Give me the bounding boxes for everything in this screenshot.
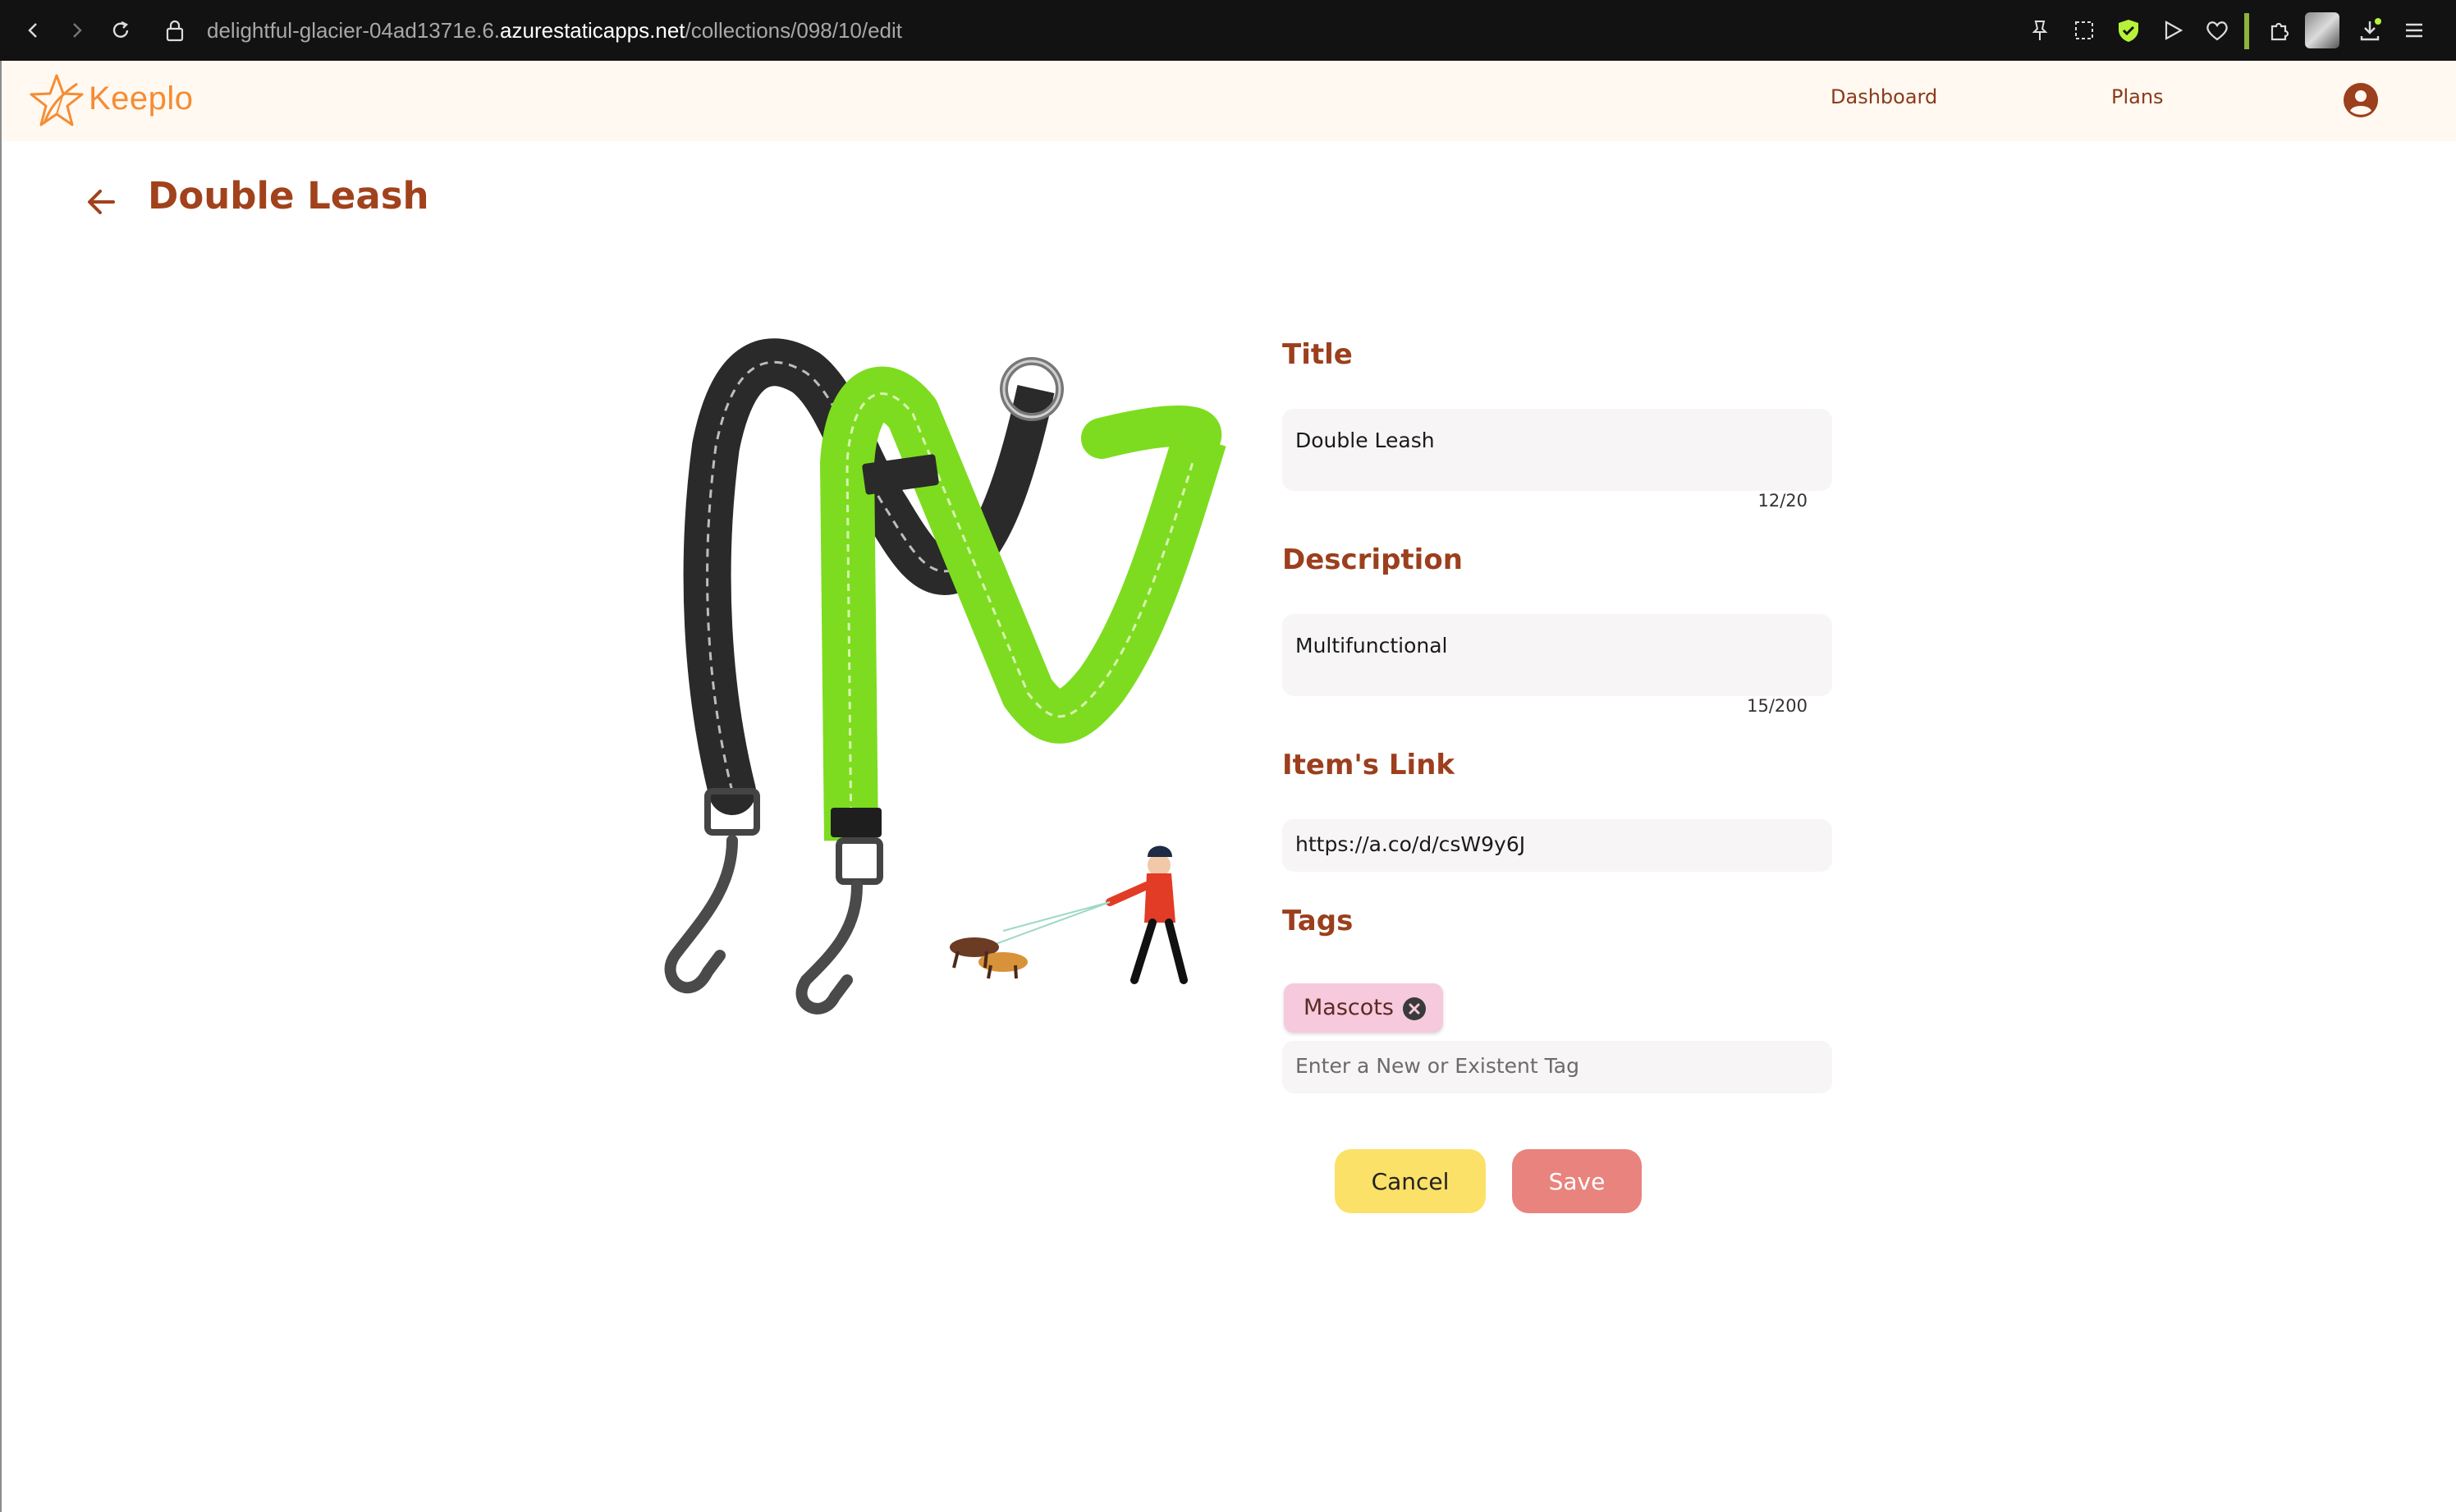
description-label: Description xyxy=(1282,543,1463,576)
page-title: Double Leash xyxy=(148,174,429,218)
keeplo-logo-icon[interactable] xyxy=(28,72,85,130)
url-prefix: delightful-glacier-04ad1371e.6. xyxy=(207,18,501,43)
screenshot-icon[interactable] xyxy=(2067,13,2101,48)
app-page: Keeplo Dashboard Plans Double Leash Titl… xyxy=(0,61,2456,1512)
nav-plans[interactable]: Plans xyxy=(2111,85,2164,108)
url-host: azurestaticapps.net xyxy=(500,18,685,43)
link-value: https://a.co/d/csW9y6J xyxy=(1295,832,1526,856)
menu-icon[interactable] xyxy=(2397,13,2431,48)
separator xyxy=(2244,13,2249,49)
cancel-button[interactable]: Cancel xyxy=(1335,1149,1486,1213)
forward-icon[interactable] xyxy=(56,0,97,61)
save-button[interactable]: Save xyxy=(1512,1149,1642,1213)
tag-label: Mascots xyxy=(1304,995,1394,1020)
address-bar[interactable]: delightful-glacier-04ad1371e.6.azurestat… xyxy=(207,0,902,61)
logo-text[interactable]: Keeplo xyxy=(89,80,194,117)
url-path: /collections/098/10/edit xyxy=(685,18,903,43)
heart-icon[interactable] xyxy=(2200,13,2234,48)
download-icon[interactable] xyxy=(2353,13,2387,48)
play-icon[interactable] xyxy=(2156,13,2190,48)
user-account-icon[interactable] xyxy=(2343,82,2379,118)
tag-input-placeholder: Enter a New or Existent Tag xyxy=(1295,1054,1579,1078)
tags-label: Tags xyxy=(1282,905,1354,937)
link-label: Item's Link xyxy=(1282,749,1455,781)
title-char-counter: 12/20 xyxy=(1757,491,1808,511)
extensions-icon[interactable] xyxy=(2262,13,2297,48)
title-label: Title xyxy=(1282,338,1353,371)
description-value: Multifunctional xyxy=(1295,634,1448,657)
tag-chip[interactable]: Mascots xyxy=(1284,983,1443,1033)
title-value: Double Leash xyxy=(1295,428,1435,452)
description-char-counter: 15/200 xyxy=(1747,696,1808,716)
back-arrow-icon[interactable] xyxy=(80,181,123,223)
remove-tag-icon[interactable] xyxy=(1402,997,1427,1021)
app-header: Keeplo Dashboard Plans xyxy=(2,61,2456,141)
browser-toolbar: delightful-glacier-04ad1371e.6.azurestat… xyxy=(0,0,2456,61)
reload-icon[interactable] xyxy=(100,0,141,61)
back-icon[interactable] xyxy=(13,0,54,61)
pin-icon[interactable] xyxy=(2023,13,2057,48)
description-field[interactable]: Multifunctional xyxy=(1282,614,1832,696)
link-field[interactable]: https://a.co/d/csW9y6J xyxy=(1282,819,1832,872)
title-field[interactable]: Double Leash xyxy=(1282,409,1832,491)
profile-avatar[interactable] xyxy=(2305,12,2339,48)
tag-input[interactable]: Enter a New or Existent Tag xyxy=(1282,1041,1832,1093)
lock-icon[interactable] xyxy=(154,0,195,61)
nav-dashboard[interactable]: Dashboard xyxy=(1831,85,1937,108)
shield-check-icon[interactable] xyxy=(2111,13,2146,48)
product-image xyxy=(664,338,1226,1015)
